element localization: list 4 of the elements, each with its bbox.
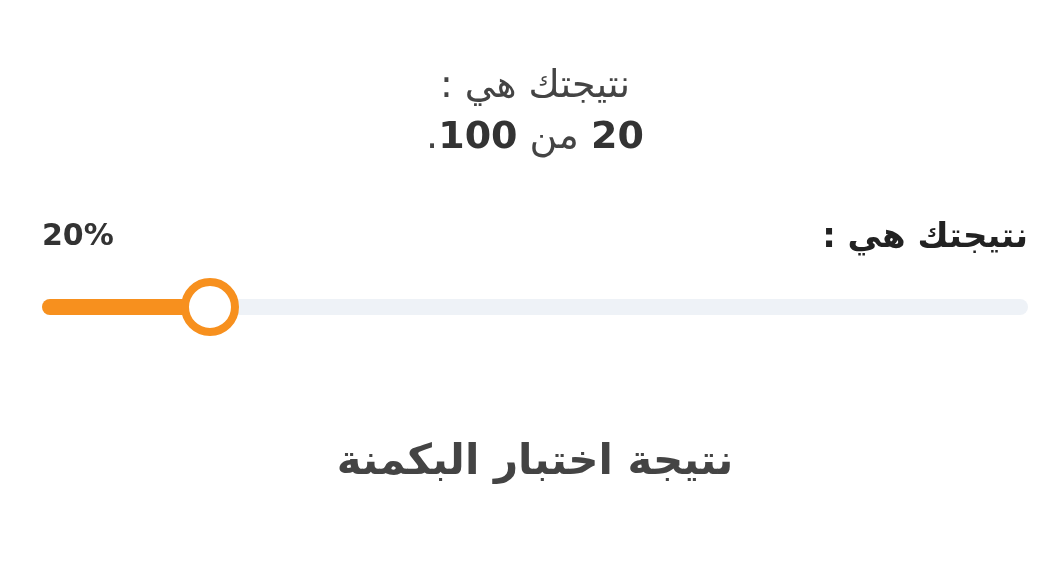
slider-label: نتيجتك هي :	[822, 214, 1028, 255]
percent-reading: 20%	[42, 217, 114, 253]
result-heading: نتيجتك هي :	[439, 61, 631, 108]
test-title: نتيجة اختبار البكمنة	[336, 434, 734, 484]
